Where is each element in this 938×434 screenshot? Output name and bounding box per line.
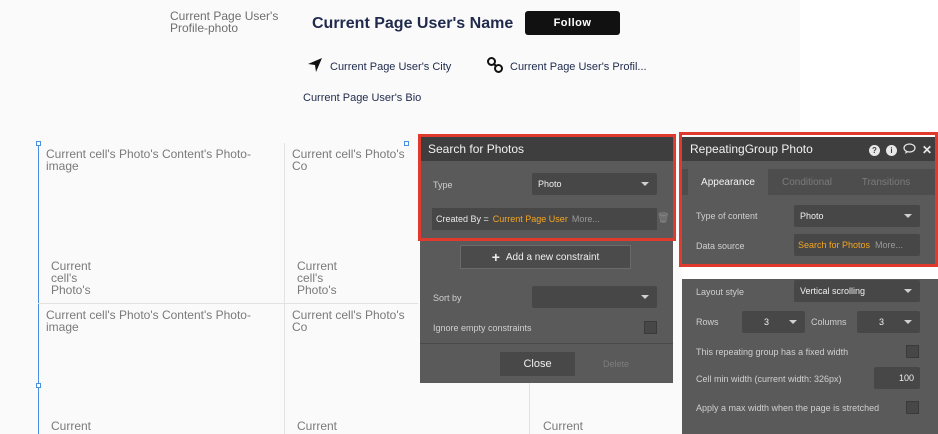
delete-button[interactable]: Delete [603,359,629,369]
chevron-down-icon [641,182,649,186]
profile-link-text: Current Page User's Profil... [510,60,647,73]
link-icon [486,56,504,77]
selection-border [38,143,39,434]
layout-style-value: Vertical scrolling [800,286,866,296]
rows-label: Rows [696,317,719,327]
ignore-empty-label: Ignore empty constraints [433,323,532,333]
columns-label: Columns [811,317,847,327]
profile-photo[interactable]: Current Page User's Profile-photo [170,10,290,34]
cell-image-text: Current cell's Photo's Co [292,309,405,333]
layout-style-dropdown[interactable]: Vertical scrolling [794,280,920,302]
comment-icon[interactable] [903,143,916,157]
info-icon[interactable]: i [885,144,897,156]
ignore-empty-checkbox[interactable] [644,321,657,334]
cell-min-width-input[interactable]: 100 [874,367,920,389]
property-tabs: Appearance Conditional Transitions [682,169,938,195]
panel-gap [682,265,938,279]
search-panel-title: Search for Photos [420,137,673,161]
cell-image-text: Current cell's Photo's Co [292,148,405,172]
tab-appearance[interactable]: Appearance [688,169,768,195]
chevron-down-icon [641,295,649,299]
data-source-value[interactable]: Search for Photos [798,240,870,250]
fixed-width-checkbox[interactable] [906,345,919,358]
resize-handle-left[interactable] [36,383,41,388]
cell-image[interactable]: Current cell's Photo's Content's Photo-i… [46,309,261,333]
type-value: Photo [538,179,562,189]
rows-value: 3 [764,317,770,327]
tab-conditional[interactable]: Conditional [768,169,846,195]
cell-image[interactable]: Current cell's Photo's Content's Photo-i… [46,148,261,172]
plus-icon: + [491,249,500,265]
cell-caption[interactable]: Current cell's Photo's [297,260,357,296]
bio-text[interactable]: Current Page User's Bio [303,92,421,104]
constraint-value[interactable]: Current Page User [493,214,568,224]
close-button[interactable]: Close [500,352,575,376]
cell-image[interactable]: Current cell's Photo's Co [292,148,412,172]
columns-dropdown[interactable]: 3 [857,311,920,333]
help-icon[interactable]: ? [868,144,880,156]
cell-image[interactable]: Current cell's Photo's Co [292,309,412,333]
max-width-label: Apply a max width when the page is stret… [696,403,880,413]
cell-caption[interactable]: Current [51,420,111,432]
divider [420,343,673,344]
chevron-down-icon [904,289,912,293]
cell-min-width-label: Cell min width (current width: 326px) [696,374,842,384]
type-dropdown[interactable]: Photo [532,173,657,195]
constraint-more[interactable]: More... [572,214,600,224]
rows-dropdown[interactable]: 3 [742,311,805,333]
cell-caption[interactable]: Current [543,420,603,432]
max-width-checkbox[interactable] [906,401,919,414]
location-arrow-icon [306,56,324,77]
page-canvas: Current Page User's Profile-photo Curren… [0,0,800,434]
cell-divider-vertical [529,383,530,434]
repeating-group-photo[interactable]: Current cell's Photo's Content's Photo-i… [36,141,418,434]
tab-transitions[interactable]: Transitions [846,169,926,195]
data-source-field[interactable]: Search for Photos More... [794,234,920,256]
follow-button[interactable]: Follow [525,11,620,35]
constraint-field[interactable]: Created By = [436,214,489,224]
city-row[interactable]: Current Page User's City [306,56,451,77]
search-for-photos-panel: Search for Photos Type Photo Created By … [420,137,673,383]
resize-handle-top-right[interactable] [404,141,409,146]
cell-divider-vertical [284,143,285,434]
city-text: Current Page User's City [330,60,452,73]
chevron-down-icon [904,214,912,218]
chevron-down-icon [904,320,912,324]
sort-by-dropdown[interactable] [532,286,657,308]
add-constraint-button[interactable]: + Add a new constraint [460,245,631,269]
profile-link-row[interactable]: Current Page User's Profil... [486,56,647,77]
cell-caption[interactable]: Current [297,420,357,432]
type-label: Type [433,180,453,190]
close-icon[interactable]: ✕ [922,143,932,157]
fixed-width-label: This repeating group has a fixed width [696,347,849,357]
cell-min-width-value: 100 [898,373,914,383]
type-of-content-label: Type of content [696,211,758,221]
add-constraint-label: Add a new constraint [505,251,600,263]
sort-by-label: Sort by [433,293,462,303]
type-of-content-value: Photo [800,211,824,221]
panel-header-icons: ? i ✕ [868,143,932,157]
cell-divider-horizontal [38,303,418,304]
resize-handle-top-left[interactable] [36,141,41,146]
trash-icon[interactable]: 🗑 [657,213,670,224]
layout-style-label: Layout style [696,287,745,297]
type-of-content-dropdown[interactable]: Photo [794,205,920,227]
constraint-row[interactable]: Created By = Current Page User More... [432,208,657,230]
user-name-text[interactable]: Current Page User's Name [312,15,513,33]
chevron-down-icon [789,320,797,324]
property-editor-panel: RepeatingGroup Photo ? i ✕ Appearance Co… [682,137,938,434]
cell-caption[interactable]: Current cell's Photo's [51,260,111,296]
data-source-label: Data source [696,241,745,251]
columns-value: 3 [879,317,885,327]
data-source-more[interactable]: More... [875,240,903,250]
